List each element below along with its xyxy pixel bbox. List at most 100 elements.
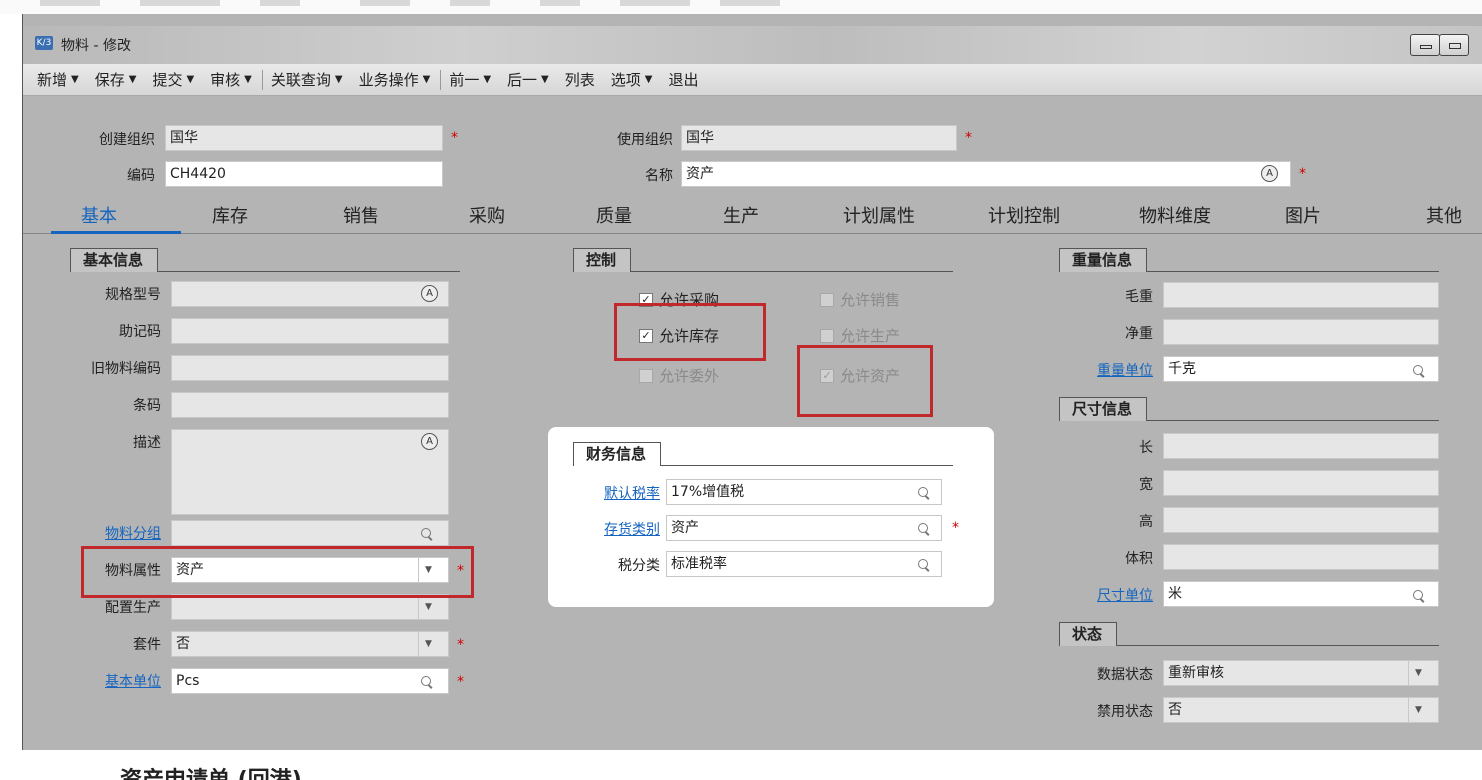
stock-category-link[interactable]: 存货类别 (558, 519, 660, 539)
toolbar-item-10[interactable]: 退出 (668, 69, 698, 90)
allow-sale-checkbox[interactable]: 允许销售 (820, 289, 900, 310)
caret-down-icon[interactable]: ▼ (186, 74, 194, 85)
tab-5[interactable]: 生产 (723, 202, 759, 228)
search-icon[interactable] (1413, 365, 1425, 377)
caret-down-icon[interactable]: ▼ (71, 74, 79, 85)
volume-field[interactable] (1163, 544, 1439, 570)
base-unit-field[interactable]: Pcs (171, 668, 449, 694)
size-unit-field[interactable]: 米 (1163, 581, 1439, 607)
stock-category-field[interactable]: 资产 (666, 515, 942, 541)
caret-down-icon[interactable]: ▼ (129, 74, 137, 85)
toolbar-item-1[interactable]: 保存 ▼ (95, 69, 137, 90)
weight-unit-link[interactable]: 重量单位 (1033, 360, 1153, 380)
name-label: 名称 (645, 168, 673, 184)
multilang-icon[interactable]: A (421, 285, 438, 302)
caption-text: 资产申请单 (回港) (120, 766, 302, 780)
tab-6[interactable]: 计划属性 (843, 202, 915, 228)
maximize-button[interactable] (1439, 34, 1469, 56)
desc-label: 描述 (133, 435, 161, 451)
height-field[interactable] (1163, 507, 1439, 533)
caret-down-icon[interactable]: ▼ (541, 74, 549, 85)
name-field[interactable]: 资产 (681, 161, 1291, 187)
highlight-box (797, 345, 933, 417)
old-code-field[interactable] (171, 355, 449, 381)
toolbar-item-9[interactable]: 选项 ▼ (611, 69, 653, 90)
net-weight-field[interactable] (1163, 319, 1439, 345)
status-section: 状态 (1059, 622, 1439, 646)
weight-unit-field[interactable]: 千克 (1163, 356, 1439, 382)
use-org-label: 使用组织 (617, 132, 673, 148)
chevron-down-icon[interactable]: ▼ (1408, 698, 1428, 722)
barcode-label: 条码 (133, 398, 161, 414)
tab-10[interactable]: 其他 (1426, 202, 1462, 228)
search-icon[interactable] (918, 487, 930, 499)
tab-4[interactable]: 质量 (596, 202, 632, 228)
tab-2[interactable]: 销售 (343, 202, 379, 228)
caret-down-icon[interactable]: ▼ (645, 74, 653, 85)
tax-class-field[interactable]: 标准税率 (666, 551, 942, 577)
height-label: 高 (1139, 514, 1153, 530)
chevron-down-icon[interactable]: ▼ (418, 632, 438, 656)
toolbar-item-label: 审核 (210, 71, 241, 89)
tab-0[interactable]: 基本 (81, 202, 117, 228)
size-title: 尺寸信息 (1059, 397, 1148, 421)
create-org-field[interactable]: 国华 (165, 125, 443, 151)
required-mark: * (1299, 166, 1306, 182)
spec-label: 规格型号 (105, 287, 161, 303)
kit-label: 套件 (133, 637, 161, 653)
control-title: 控制 (573, 248, 632, 272)
search-icon[interactable] (421, 528, 433, 540)
mnemonic-field[interactable] (171, 318, 449, 344)
toolbar-item-label: 列表 (564, 71, 595, 89)
basic-info-title: 基本信息 (70, 248, 159, 272)
toolbar-item-6[interactable]: 前一 ▼ (449, 69, 491, 90)
caret-down-icon[interactable]: ▼ (423, 74, 431, 85)
width-field[interactable] (1163, 470, 1439, 496)
spec-field[interactable] (171, 281, 449, 307)
material-group-link[interactable]: 物料分组 (43, 523, 161, 543)
tab-8[interactable]: 物料维度 (1139, 202, 1211, 228)
toolbar-item-4[interactable]: 关联查询 ▼ (271, 69, 343, 90)
search-icon[interactable] (421, 676, 433, 688)
forbid-status-select[interactable]: 否 (1163, 697, 1439, 723)
size-unit-link[interactable]: 尺寸单位 (1033, 585, 1153, 605)
search-icon[interactable] (1413, 590, 1425, 602)
caret-down-icon[interactable]: ▼ (244, 74, 252, 85)
required-mark: * (965, 130, 972, 146)
multilang-icon[interactable]: A (421, 433, 438, 450)
tab-3[interactable]: 采购 (469, 202, 505, 228)
chevron-down-icon[interactable]: ▼ (418, 595, 438, 619)
tab-7[interactable]: 计划控制 (988, 202, 1060, 228)
toolbar-item-2[interactable]: 提交 ▼ (152, 69, 194, 90)
desc-field[interactable] (171, 429, 449, 515)
caret-down-icon[interactable]: ▼ (335, 74, 343, 85)
tax-rate-link[interactable]: 默认税率 (558, 483, 660, 503)
multilang-icon[interactable]: A (1261, 165, 1278, 182)
data-status-select[interactable]: 重新审核 (1163, 660, 1439, 686)
toolbar-separator (261, 69, 263, 90)
toolbar-item-8[interactable]: 列表 (565, 69, 595, 90)
toolbar-item-5[interactable]: 业务操作 ▼ (359, 69, 431, 90)
search-icon[interactable] (918, 559, 930, 571)
material-group-field[interactable] (171, 520, 449, 546)
length-field[interactable] (1163, 433, 1439, 459)
caret-down-icon[interactable]: ▼ (483, 74, 491, 85)
search-icon[interactable] (918, 523, 930, 535)
tax-rate-field[interactable]: 17%增值税 (666, 479, 942, 505)
base-unit-link[interactable]: 基本单位 (43, 671, 161, 691)
chevron-down-icon[interactable]: ▼ (1408, 661, 1428, 685)
allow-outsource-checkbox[interactable]: 允许委外 (639, 365, 719, 386)
minimize-button[interactable] (1410, 34, 1440, 56)
kit-select[interactable]: 否 (171, 631, 449, 657)
toolbar-item-label: 选项 (610, 71, 641, 89)
toolbar-item-0[interactable]: 新增 ▼ (37, 69, 79, 90)
code-field[interactable]: CH4420 (165, 161, 443, 187)
tab-1[interactable]: 库存 (212, 202, 248, 228)
toolbar-item-7[interactable]: 后一 ▼ (507, 69, 549, 90)
toolbar-item-3[interactable]: 审核 ▼ (210, 69, 252, 90)
gross-weight-field[interactable] (1163, 282, 1439, 308)
use-org-field[interactable]: 国华 (681, 125, 957, 151)
tab-9[interactable]: 图片 (1285, 202, 1321, 228)
barcode-field[interactable] (171, 392, 449, 418)
allow-produce-checkbox[interactable]: 允许生产 (820, 325, 900, 346)
